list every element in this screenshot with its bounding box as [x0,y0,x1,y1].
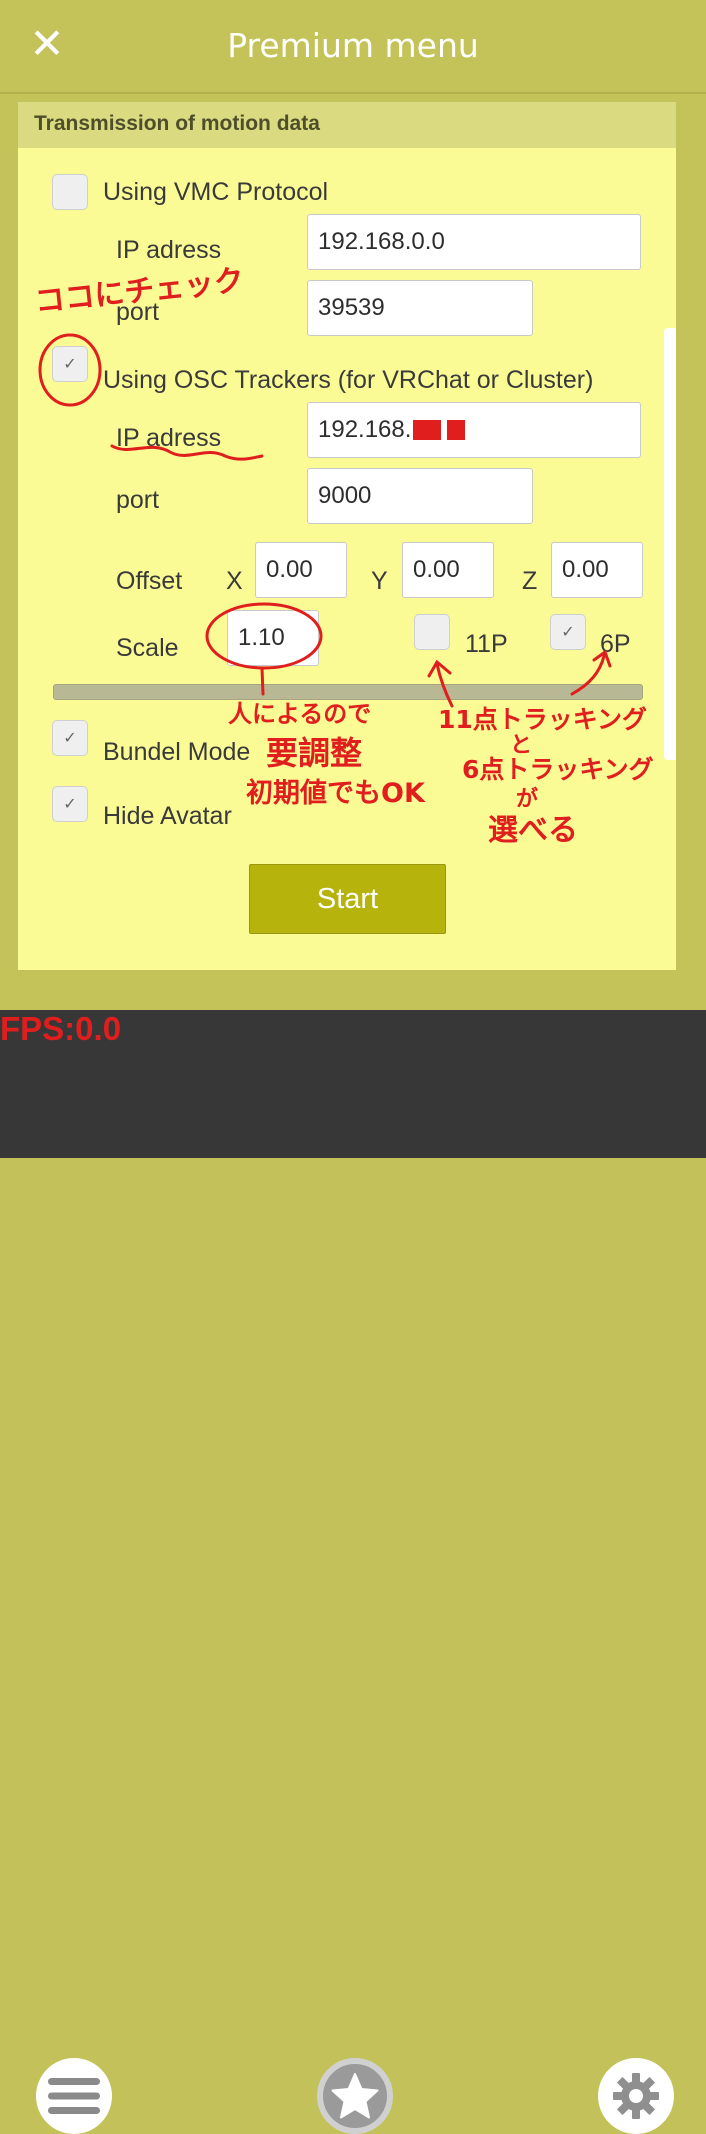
scale-input[interactable]: 1.10 [227,610,319,666]
hamburger-icon [48,2078,100,2114]
osc-port-label: port [116,486,160,514]
scrollbar[interactable] [664,328,676,760]
check-icon: ✓ [63,728,77,747]
hide-avatar-checkbox[interactable]: ✓ [52,786,88,822]
check-icon: ✓ [63,794,77,813]
osc-checkbox[interactable]: ✓ [52,346,88,382]
osc-label: Using OSC Trackers (for VRChat or Cluste… [103,366,594,394]
offset-z-label: Z [522,567,538,595]
section-title: Transmission of motion data [34,112,320,135]
check-icon: ✓ [63,354,77,373]
vmc-label: Using VMC Protocol [103,178,329,206]
6p-checkbox[interactable]: ✓ [550,614,586,650]
redacted-block [447,420,466,440]
osc-ip-label: IP adress [116,424,222,452]
vmc-port-input[interactable]: 39539 [307,280,533,336]
section-header: Transmission of motion data [18,102,676,148]
6p-label: 6P [600,630,631,658]
offset-x-label: X [226,567,243,595]
11p-label: 11P [465,630,508,658]
check-icon: ✓ [561,622,575,641]
vmc-checkbox[interactable] [52,174,88,210]
redacted-block [413,420,442,440]
settings-button[interactable] [598,2058,674,2134]
menu-button[interactable] [36,2058,112,2134]
offset-label: Offset [116,567,183,595]
header-bar: ✕ Premium menu [0,0,706,90]
gear-icon [613,2073,659,2119]
scale-slider[interactable] [53,684,643,700]
motion-data-panel: Transmission of motion data Using VMC Pr… [18,102,676,970]
offset-z-input[interactable]: 0.00 [551,542,643,598]
11p-checkbox[interactable] [414,614,450,650]
star-icon [331,2073,379,2119]
offset-y-input[interactable]: 0.00 [402,542,494,598]
start-button[interactable]: Start [249,864,446,934]
bundel-mode-checkbox[interactable]: ✓ [52,720,88,756]
offset-x-input[interactable]: 0.00 [255,542,347,598]
fps-counter: FPS:0.0 [0,1010,122,1047]
osc-ip-input[interactable]: 192.168. [307,402,641,458]
osc-port-input[interactable]: 9000 [307,468,533,524]
bundel-mode-label: Bundel Mode [103,738,251,766]
content-area: Transmission of motion data Using VMC Pr… [0,92,706,1012]
vmc-ip-input[interactable]: 192.168.0.0 [307,214,641,270]
vmc-port-label: port [116,298,160,326]
offset-y-label: Y [371,567,388,595]
vmc-ip-label: IP adress [116,236,222,264]
scale-label: Scale [116,634,179,662]
page-title: Premium menu [227,26,479,65]
hide-avatar-label: Hide Avatar [103,802,232,830]
favorite-button[interactable] [317,2058,393,2134]
